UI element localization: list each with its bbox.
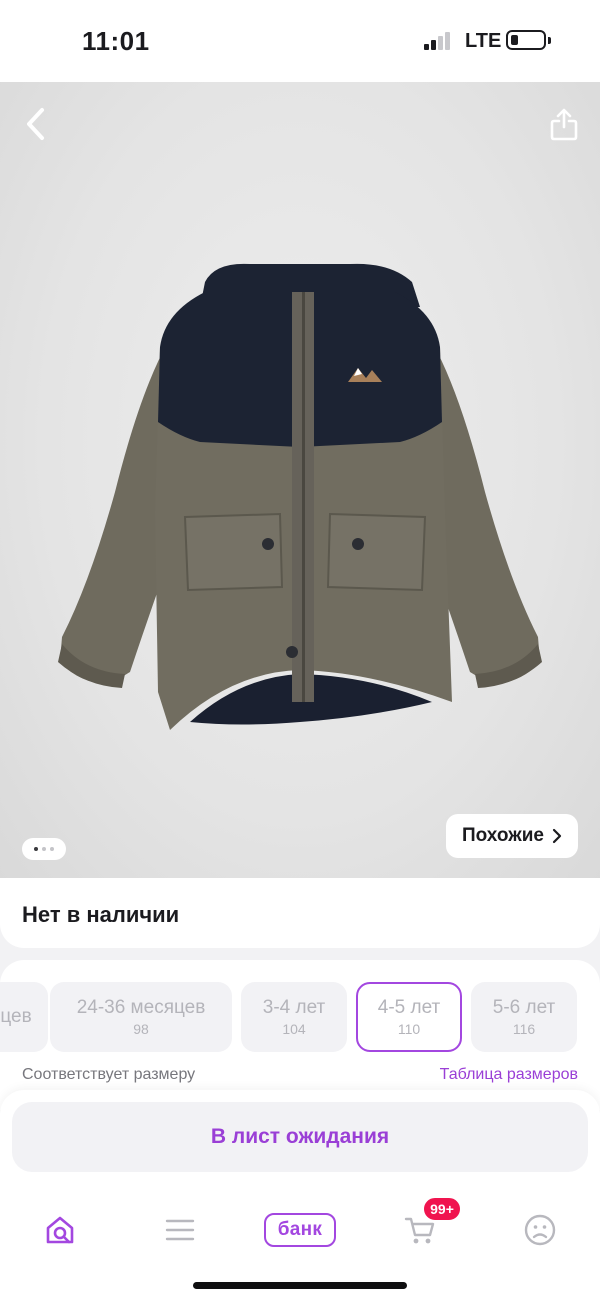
share-button[interactable]: [542, 102, 586, 146]
size-sub: 110: [397, 1021, 421, 1037]
home-indicator: [193, 1282, 407, 1289]
size-label: цев: [0, 1006, 32, 1027]
back-button[interactable]: [14, 102, 58, 146]
bottom-tab-bar: банк 99+: [0, 1186, 600, 1300]
size-label: 4-5 лет: [377, 997, 441, 1018]
signal-icon: [424, 32, 452, 50]
product-image-gallery[interactable]: Похожие: [0, 82, 600, 882]
size-label: 5-6 лет: [492, 997, 556, 1018]
size-fit-text: Соответствует размеру: [22, 1066, 196, 1083]
tab-cart[interactable]: 99+: [390, 1196, 462, 1260]
tab-profile[interactable]: [510, 1200, 570, 1260]
share-icon: [550, 108, 578, 141]
size-table-link[interactable]: Таблица размеров: [440, 1066, 578, 1084]
size-sub: 104: [282, 1021, 306, 1037]
availability-status: Нет в наличии: [22, 902, 180, 927]
size-chip[interactable]: 24-36 месяцев 98: [50, 982, 232, 1052]
profile-icon: [524, 1214, 556, 1246]
cart-badge: 99+: [422, 1196, 462, 1222]
page-dot: [42, 847, 46, 851]
gallery-page-indicator: [22, 838, 66, 860]
availability-card: Нет в наличии: [0, 878, 600, 948]
status-bar: 11:01 LTE: [0, 0, 600, 82]
battery-tip: [548, 37, 551, 44]
page-dot: [34, 847, 38, 851]
waitlist-button[interactable]: В лист ожидания: [12, 1102, 588, 1172]
menu-icon: [165, 1219, 195, 1241]
status-time: 11:01: [82, 26, 150, 56]
home-search-icon: [46, 1216, 74, 1244]
size-label: 3-4 лет: [262, 997, 326, 1018]
network-type: LTE: [465, 30, 502, 52]
similar-label: Похожие: [462, 825, 544, 846]
chevron-right-icon: [552, 828, 562, 844]
size-sub: 98: [133, 1021, 149, 1037]
page-dot: [50, 847, 54, 851]
size-selector: цев 24-36 месяцев 98 3-4 лет 104 4-5 лет…: [0, 960, 600, 1110]
size-sub: 116: [512, 1021, 536, 1037]
chevron-left-icon: [27, 108, 44, 140]
size-chip[interactable]: цев: [0, 982, 48, 1052]
waitlist-panel: В лист ожидания: [0, 1090, 600, 1186]
jacket-image: [58, 263, 542, 730]
tab-catalog[interactable]: [150, 1200, 210, 1260]
tab-home[interactable]: [30, 1200, 90, 1260]
bank-logo: банк: [264, 1213, 336, 1247]
battery-icon: [506, 30, 546, 50]
size-label: 24-36 месяцев: [76, 997, 206, 1018]
size-chip[interactable]: 3-4 лет 104: [241, 982, 347, 1052]
size-chip-selected[interactable]: 4-5 лет 110: [356, 982, 462, 1052]
similar-button[interactable]: Похожие: [446, 814, 578, 858]
size-chip[interactable]: 5-6 лет 116: [471, 982, 577, 1052]
tab-bank[interactable]: банк: [264, 1200, 336, 1260]
